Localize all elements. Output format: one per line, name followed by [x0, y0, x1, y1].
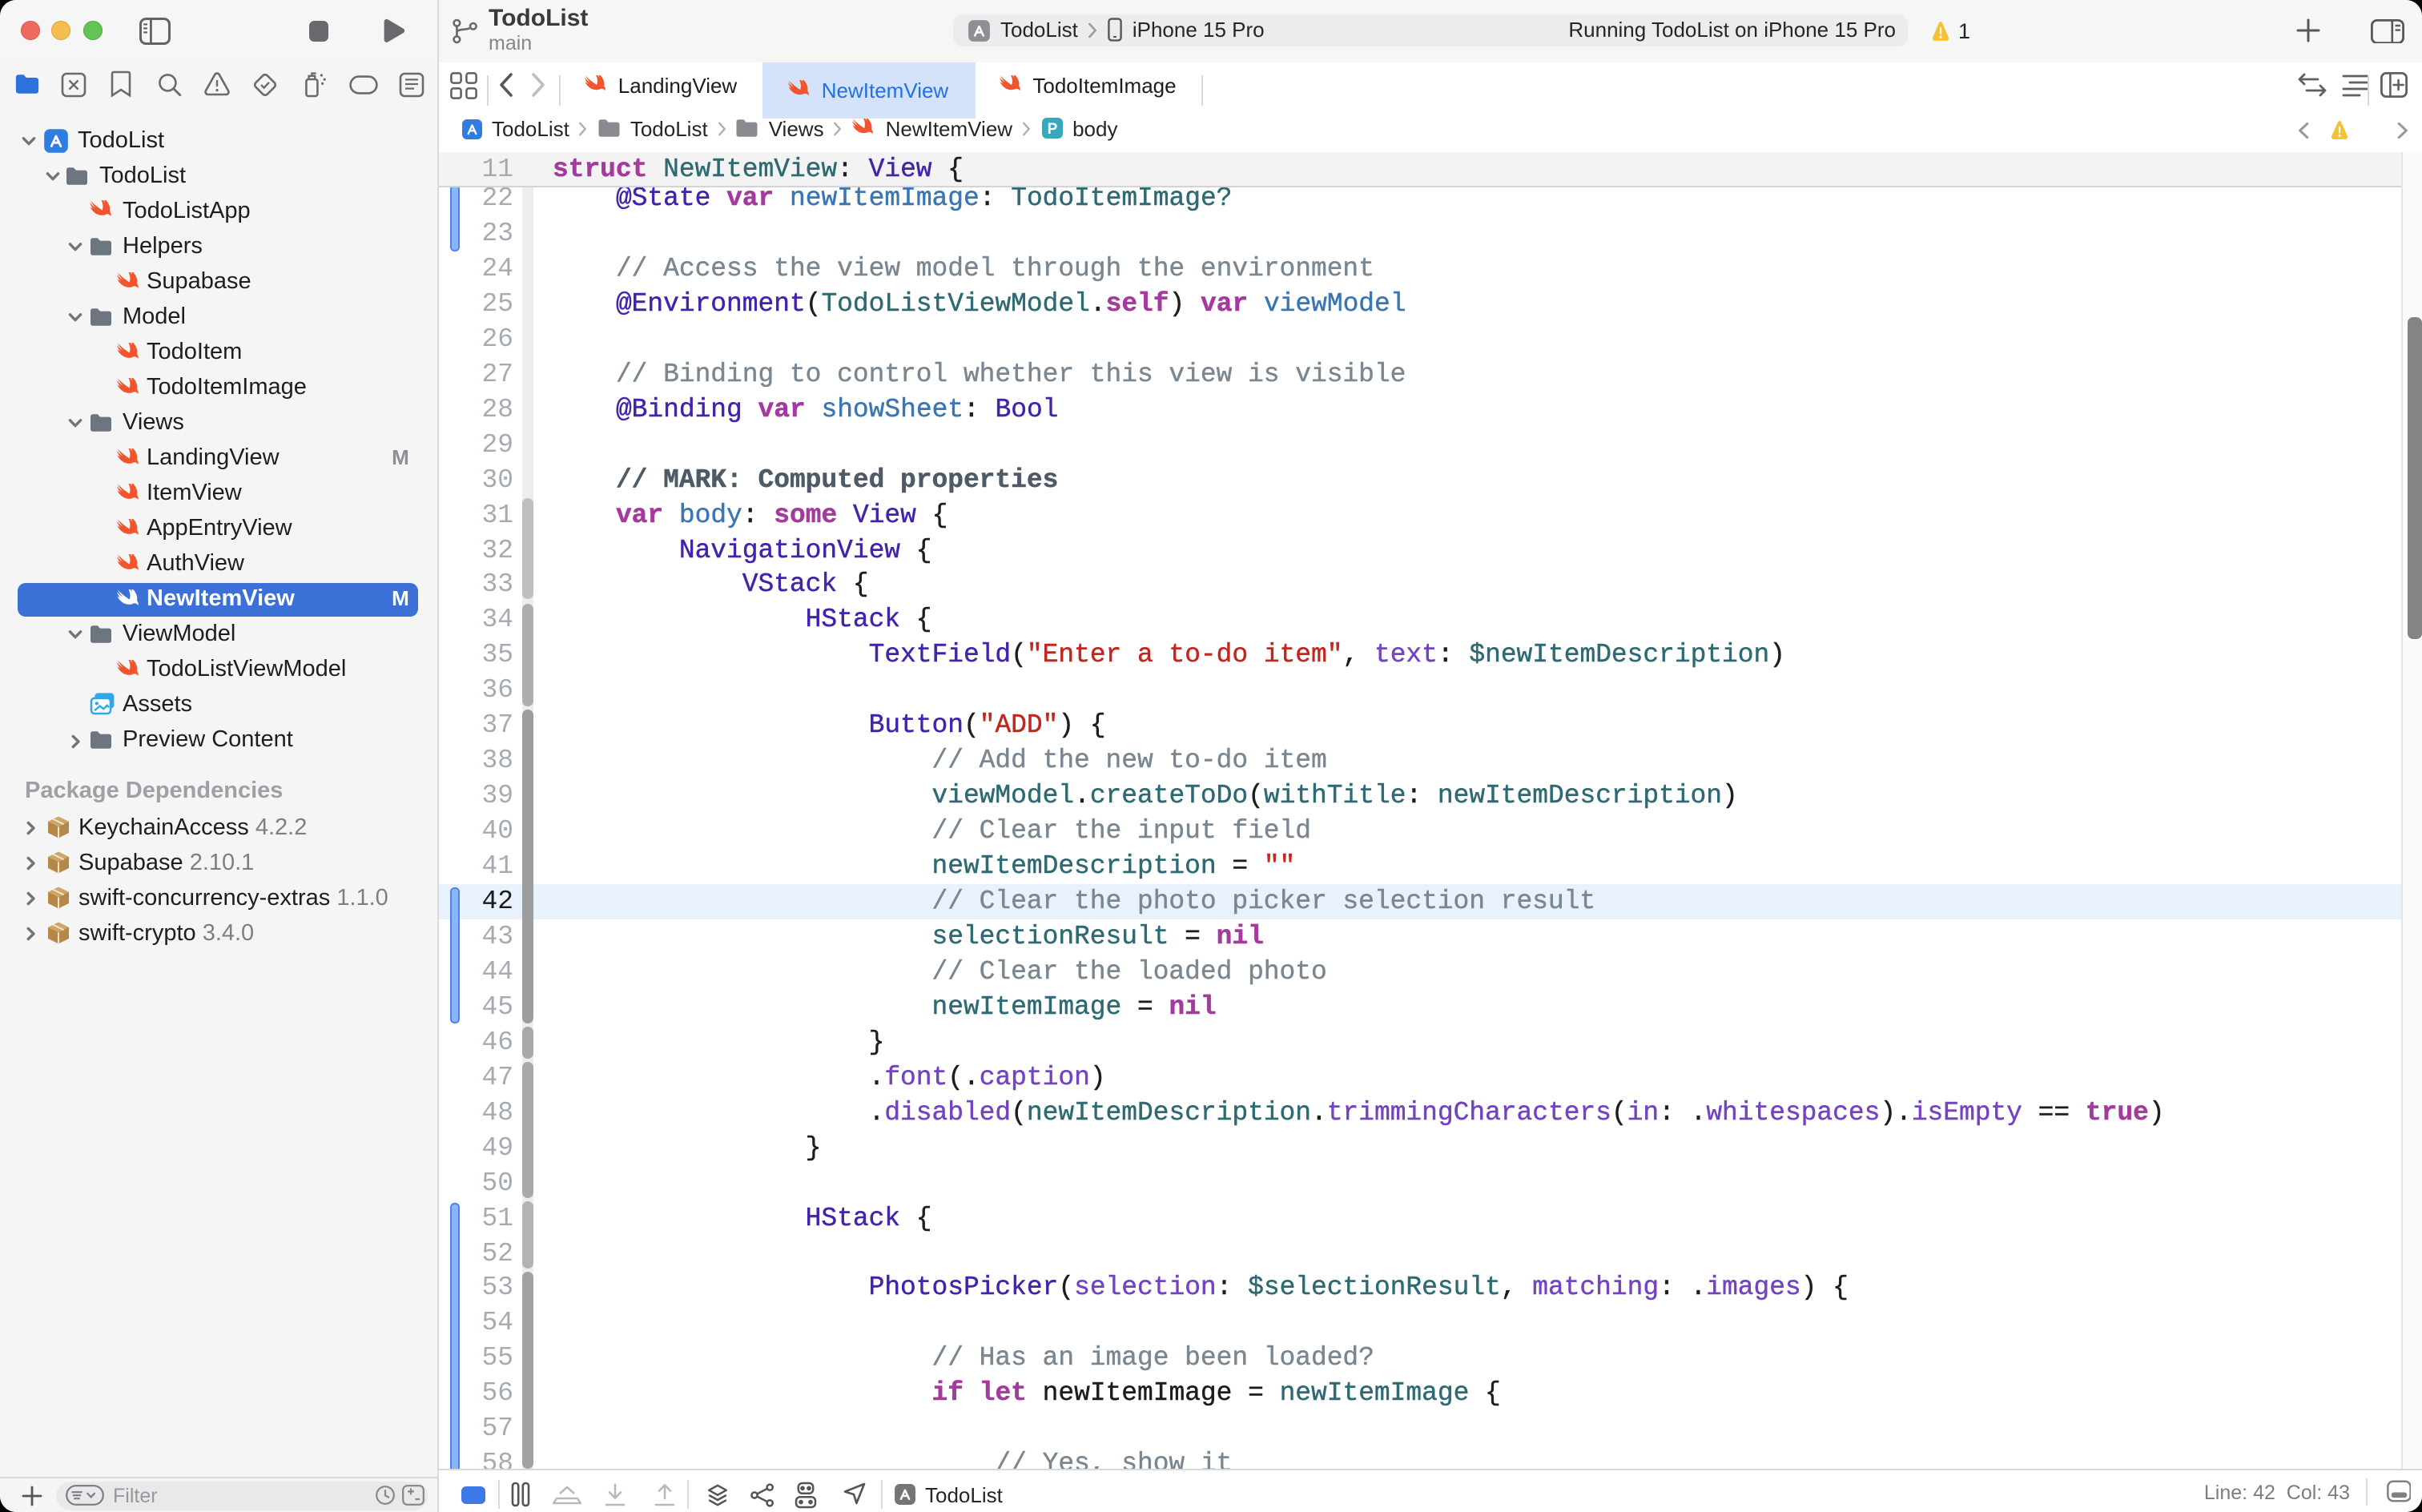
svg-text:P: P [1047, 121, 1057, 138]
